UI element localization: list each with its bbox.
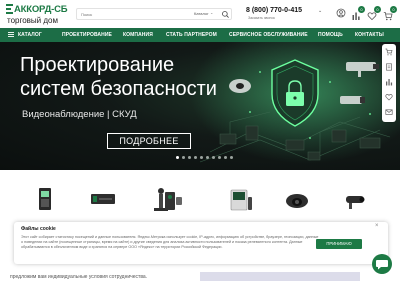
- logo-name: АККОРД-СБ: [14, 4, 68, 15]
- page: АККОРД-СБ торговый дом Каталог ⌄ 8 (800)…: [0, 0, 400, 281]
- favorite-button[interactable]: 0: [367, 6, 381, 21]
- cart-button[interactable]: 0: [383, 6, 397, 21]
- slider-dot[interactable]: [230, 156, 233, 159]
- hero-title-line1: Проектирование: [20, 54, 175, 76]
- search-bar: Каталог ⌄: [76, 8, 232, 20]
- search-icon[interactable]: [221, 10, 230, 19]
- header: АККОРД-СБ торговый дом Каталог ⌄ 8 (800)…: [0, 0, 400, 28]
- hero-subtitle: Видеонаблюдение | СКУД: [22, 109, 137, 120]
- callback-link[interactable]: Заказать звонок: [248, 16, 275, 20]
- hero-banner[interactable]: Проектирование систем безопасности Видео…: [0, 42, 400, 170]
- chat-button[interactable]: [372, 254, 392, 274]
- promo-strip: [200, 272, 360, 281]
- slider-dot[interactable]: [200, 156, 203, 159]
- cookie-text: Этот сайт собирает статистику посещений …: [21, 235, 319, 249]
- user-icon[interactable]: [336, 8, 346, 18]
- logo-mark-icon: [6, 4, 13, 14]
- search-input[interactable]: [81, 10, 181, 19]
- bullet-camera-icon[interactable]: [340, 185, 370, 215]
- nav-item-company[interactable]: КОМПАНИЯ: [123, 32, 153, 38]
- slider-dot[interactable]: [218, 156, 221, 159]
- slider-dot[interactable]: [224, 156, 227, 159]
- hero-more-button[interactable]: ПОДРОБНЕЕ: [107, 133, 191, 149]
- slider-dot[interactable]: [194, 156, 197, 159]
- cart-count-badge: 0: [390, 6, 397, 13]
- slider-dot[interactable]: [182, 156, 185, 159]
- hero-title-line2: систем безопасности: [20, 78, 217, 100]
- nav-item-partner[interactable]: СТАТЬ ПАРТНЕРОМ: [166, 32, 217, 38]
- category-strip: [0, 170, 400, 228]
- bio-reader-icon[interactable]: [30, 185, 60, 215]
- nav-item-catalog[interactable]: КАТАЛОГ: [18, 32, 42, 38]
- compare-icon[interactable]: [385, 78, 393, 86]
- nav-item-service[interactable]: СЕРВИСНОЕ ОБСЛУЖИВАНИЕ: [229, 32, 308, 38]
- mail-icon[interactable]: [385, 108, 393, 116]
- logo-tagline: торговый дом: [7, 16, 58, 25]
- intercom-icon[interactable]: [225, 185, 255, 215]
- cookie-accept-button[interactable]: ПРИНИМАЮ: [316, 239, 362, 249]
- chevron-down-icon: ⌄: [210, 10, 214, 15]
- logo[interactable]: АККОРД-СБ торговый дом: [6, 3, 68, 27]
- menu-icon: [8, 32, 14, 37]
- cart-icon[interactable]: [385, 48, 393, 56]
- server-icon[interactable]: [88, 185, 118, 215]
- dome-camera-icon[interactable]: [282, 185, 312, 215]
- slider-pagination: [176, 156, 236, 160]
- heart-icon[interactable]: [385, 93, 393, 101]
- footer-partial-text: предложим вам индивидуальные условия сот…: [10, 274, 148, 280]
- slider-dot[interactable]: [206, 156, 209, 159]
- access-reader-icon[interactable]: [156, 185, 186, 215]
- chat-icon: [376, 260, 388, 270]
- slider-dot[interactable]: [188, 156, 191, 159]
- favorite-count-badge: 0: [374, 6, 381, 13]
- nav-item-design[interactable]: ПРОЕКТИРОВАНИЕ: [62, 32, 112, 38]
- phone-number[interactable]: 8 (800) 770-0-415: [246, 7, 302, 14]
- close-icon[interactable]: ×: [375, 223, 379, 229]
- chevron-down-icon[interactable]: ⌄: [318, 8, 322, 14]
- search-category-select[interactable]: Каталог: [194, 11, 209, 16]
- slider-dot[interactable]: [176, 156, 179, 159]
- document-icon[interactable]: [385, 63, 393, 71]
- compare-button[interactable]: 0: [351, 6, 365, 20]
- main-nav: КАТАЛОГ ПРОЕКТИРОВАНИЕ КОМПАНИЯ СТАТЬ ПА…: [0, 28, 400, 42]
- slider-dot[interactable]: [212, 156, 215, 159]
- side-tools-panel: [382, 44, 396, 122]
- hero-security-illustration: [190, 42, 400, 170]
- cookie-banner: Файлы cookie Этот сайт собирает статисти…: [14, 222, 388, 264]
- nav-item-contacts[interactable]: КОНТАКТЫ: [355, 32, 384, 38]
- compare-count-badge: 0: [358, 6, 365, 13]
- cookie-title: Файлы cookie: [21, 226, 56, 232]
- nav-item-help[interactable]: ПОМОЩЬ: [318, 32, 343, 38]
